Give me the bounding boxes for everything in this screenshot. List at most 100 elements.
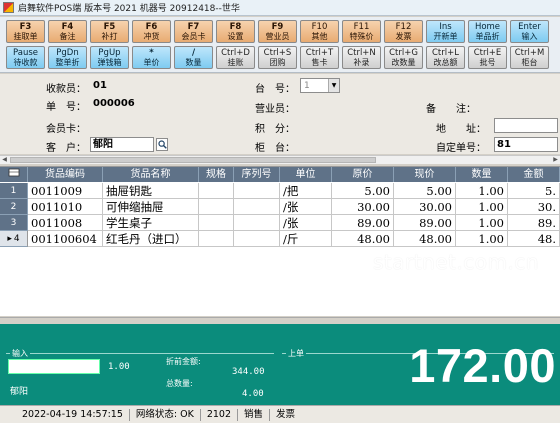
cell-code: 0011008	[28, 215, 103, 231]
toolbar-button-label: 冲货	[143, 31, 160, 41]
header-current-price[interactable]: 现价	[394, 167, 456, 182]
scrollbar-thumb[interactable]	[10, 157, 376, 163]
toolbar-button-ctrl-e[interactable]: Ctrl+E 批号	[468, 46, 507, 69]
cell-current-price: 30.00	[394, 199, 456, 215]
form-scrollbar[interactable]: ◀ ▶	[0, 155, 560, 164]
toolbar-button-label: 改总额	[433, 57, 458, 67]
row-number: 3	[10, 218, 17, 228]
toolbar-row-1: F3 挂取单 F4 备注 F5 补打 F6 冲货 F7 会员卡 F8 设置 F9 营业员 F10 其他 F11 特…	[6, 20, 549, 43]
custom-order-field[interactable]: 81	[494, 137, 558, 152]
toolbar-button-ctrl-l[interactable]: Ctrl+L 改总额	[426, 46, 465, 69]
customer-search-button[interactable]	[156, 138, 168, 151]
order-header-form: 收款员： 01 单 号： 000006 会员卡： 客 户： 郁阳 台 号： 1 …	[0, 74, 560, 154]
toolbar-button-label: 售卡	[311, 57, 328, 67]
customer-name: 郁阳	[10, 387, 29, 397]
toolbar-button-f8[interactable]: F8 设置	[216, 20, 255, 43]
toolbar-shortcut-key: Ctrl+L	[432, 47, 459, 58]
scroll-left-icon[interactable]: ◀	[0, 156, 9, 164]
status-bar: 2022-04-19 14:57:15 网络状态: OK 2102 销售 发票	[0, 405, 560, 423]
toolbar-button-ctrl-d[interactable]: Ctrl+D 挂账	[216, 46, 255, 69]
toolbar-button-quantity[interactable]: / 数量	[174, 46, 213, 69]
toolbar-button-ctrl-g[interactable]: Ctrl+G 改数量	[384, 46, 423, 69]
header-unit[interactable]: 单位	[280, 167, 332, 182]
cell-name: 红毛丹（进口）	[103, 231, 199, 247]
header-code[interactable]: 货品编码	[28, 167, 103, 182]
search-icon	[157, 140, 167, 149]
toolbar-button-f6[interactable]: F6 冲货	[132, 20, 171, 43]
toolbar-shortcut-key: Ctrl+S	[263, 47, 292, 58]
member-card-field[interactable]	[90, 118, 168, 133]
header-quantity[interactable]: 数量	[456, 167, 508, 182]
cell-quantity: 1.00	[456, 215, 508, 231]
table-row[interactable]: ▸ 4 001100604 红毛丹（进口）/斤 48.00 48.00 1.00 48.	[0, 231, 560, 247]
toolbar-button-ctrl-m[interactable]: Ctrl+M 柜台	[510, 46, 549, 69]
row-indicator[interactable]: 2	[0, 199, 28, 215]
cell-amount: 5.	[508, 183, 560, 199]
table-row[interactable]: 1 0011009 抽屉钥匙/把 5.00 5.00 1.00 5.	[0, 183, 560, 199]
toolbar-shortcut-key: Ctrl+T	[305, 47, 334, 58]
header-spec[interactable]: 规格	[199, 167, 234, 182]
toolbar-shortcut-key: F11	[353, 21, 370, 32]
cell-spec	[199, 183, 234, 199]
header-original-price[interactable]: 原价	[332, 167, 394, 182]
toolbar-button-f10[interactable]: F10 其他	[300, 20, 339, 43]
table-row[interactable]: 2 0011010 可伸缩抽屉/张 30.00 30.00 1.00 30.	[0, 199, 560, 215]
toolbar-shortcut-key: Ctrl+N	[347, 47, 376, 58]
row-indicator[interactable]: 1	[0, 183, 28, 199]
toolbar-button-f5[interactable]: F5 补打	[90, 20, 129, 43]
toolbar-shortcut-key: Ctrl+E	[473, 47, 502, 58]
toolbar-button-ins[interactable]: Ins 开新单	[426, 20, 465, 43]
header-serial[interactable]: 序列号	[234, 167, 280, 182]
toolbar-button-ctrl-s[interactable]: Ctrl+S 团购	[258, 46, 297, 69]
salesperson-label: 营业员：	[255, 104, 295, 115]
toolbar-button-f7[interactable]: F7 会员卡	[174, 20, 213, 43]
platform-value: 1	[304, 80, 310, 91]
toolbar-button-f11[interactable]: F11 特殊价	[342, 20, 381, 43]
toolbar-button-ctrl-t[interactable]: Ctrl+T 售卡	[300, 46, 339, 69]
platform-select[interactable]: 1 ▼	[300, 78, 340, 93]
app-logo-icon	[3, 2, 14, 13]
toolbar-button-pause[interactable]: Pause 待收款	[6, 46, 45, 69]
last-order-title: 上单	[286, 348, 306, 359]
cell-original-price: 5.00	[332, 183, 394, 199]
header-amount[interactable]: 金额	[508, 167, 560, 182]
status-invoice: 发票	[276, 408, 296, 420]
cell-amount: 30.	[508, 199, 560, 215]
customer-label: 客 户：	[46, 143, 86, 154]
toolbar-button-f3[interactable]: F3 挂取单	[6, 20, 45, 43]
toolbar-button-pgup[interactable]: PgUp 弹钱箱	[90, 46, 129, 69]
cashier-label: 收款员：	[46, 84, 86, 95]
order-number-label: 单 号：	[46, 102, 86, 113]
member-card-label: 会员卡：	[46, 124, 86, 135]
toolbar-button-label: 挂取单	[13, 31, 38, 41]
input-title: 输入	[10, 348, 30, 359]
toolbar-button-home[interactable]: Home 单品折	[468, 20, 507, 43]
toolbar-shortcut-key: F12	[395, 21, 412, 32]
toolbar-shortcut-key: F9	[271, 21, 284, 32]
toolbar-button-unit-price[interactable]: * 单价	[132, 46, 171, 69]
toolbar-button-label: 备注	[59, 31, 76, 41]
row-indicator[interactable]: 3	[0, 215, 28, 231]
input-quantity: 1.00	[108, 362, 130, 372]
toolbar-shortcut-key: PgUp	[98, 47, 121, 58]
toolbar-button-pgdn[interactable]: PgDn 整单折	[48, 46, 87, 69]
total-qty-label: 总数量:	[166, 379, 193, 388]
address-field[interactable]	[494, 118, 558, 133]
header-name[interactable]: 货品名称	[103, 167, 199, 182]
table-corner	[0, 167, 28, 182]
toolbar-button-f4[interactable]: F4 备注	[48, 20, 87, 43]
toolbar-button-f9[interactable]: F9 营业员	[258, 20, 297, 43]
toolbar-button-f12[interactable]: F12 发票	[384, 20, 423, 43]
scroll-right-icon[interactable]: ▶	[551, 156, 560, 164]
toolbar-button-label: 待收款	[13, 57, 38, 67]
toolbar-button-enter[interactable]: Enter 输入	[510, 20, 549, 43]
row-number: 1	[10, 186, 17, 196]
customer-field[interactable]: 郁阳	[90, 137, 154, 152]
row-indicator[interactable]: ▸ 4	[0, 231, 28, 247]
barcode-input[interactable]	[8, 359, 100, 374]
toolbar-shortcut-key: F5	[103, 21, 116, 32]
table-row[interactable]: 3 0011008 学生桌子/张 89.00 89.00 1.00 89.	[0, 215, 560, 231]
cell-spec	[199, 215, 234, 231]
toolbar-button-ctrl-n[interactable]: Ctrl+N 补录	[342, 46, 381, 69]
order-number-value: 000006	[93, 98, 135, 109]
